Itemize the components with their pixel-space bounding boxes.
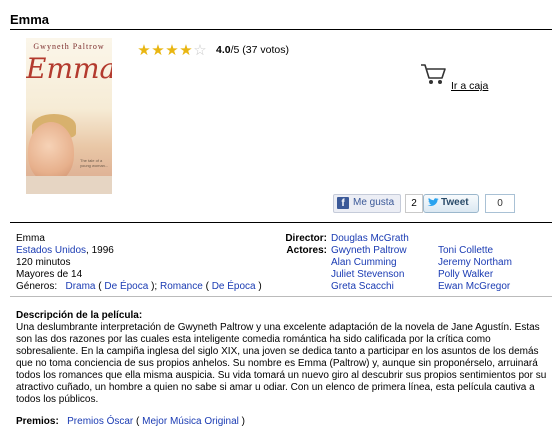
checkout-link[interactable]: Ir a caja: [451, 80, 488, 92]
star-icon[interactable]: ★: [165, 43, 179, 58]
star-icon[interactable]: ★: [151, 43, 165, 58]
tweet-button[interactable]: Tweet: [423, 194, 479, 213]
genre-drama-sub-link[interactable]: De Época: [104, 281, 148, 292]
info-duration: 120 minutos: [16, 257, 71, 268]
info-age-rating: Mayores de 14: [16, 269, 83, 280]
actor-link[interactable]: Jeremy Northam: [438, 257, 512, 268]
director-link[interactable]: Douglas McGrath: [331, 233, 409, 244]
actors-label: Actores:: [286, 245, 327, 256]
rating-suffix: /5 (37 votos): [230, 44, 289, 56]
star-icon[interactable]: ★: [179, 43, 193, 58]
info-genres: Géneros: Drama ( De Época ); Romance ( D…: [16, 281, 262, 292]
tweet-count: 0: [485, 194, 515, 213]
star-icon[interactable]: ★: [137, 43, 151, 58]
actors-col-2: Toni Collette Jeremy Northam Polly Walke…: [438, 245, 512, 293]
director-block: Douglas McGrath: [331, 233, 409, 245]
poster-actor-text: Gwyneth Paltrow: [33, 42, 105, 51]
movie-details: Emma Estados Unidos, 1996 120 minutos Ma…: [16, 233, 262, 293]
actor-link[interactable]: Polly Walker: [438, 269, 493, 280]
movie-poster[interactable]: Gwyneth Paltrow Emma The tale of a young…: [26, 38, 112, 194]
description-heading: Descripción de la película:: [16, 310, 143, 321]
poster-title-text: Emma: [26, 52, 112, 85]
poster-face: [28, 122, 74, 182]
actor-link[interactable]: Ewan McGregor: [438, 281, 510, 292]
country-link[interactable]: Estados Unidos: [16, 245, 86, 256]
info-title: Emma: [16, 233, 45, 244]
credits-labels: Director: Actores:: [283, 233, 327, 257]
info-divider: [10, 222, 552, 223]
rating-stars[interactable]: ★★★★☆: [137, 42, 207, 60]
like-label: Me gusta: [353, 197, 395, 208]
genre-romance-sub-link[interactable]: De Época: [212, 281, 256, 292]
actor-link[interactable]: Toni Collette: [438, 245, 493, 256]
awards-label: Premios:: [16, 416, 59, 427]
description-divider: [10, 296, 552, 297]
actor-link[interactable]: Juliet Stevenson: [331, 269, 404, 280]
facebook-icon: f: [337, 197, 349, 209]
award-link[interactable]: Premios Óscar: [67, 416, 133, 427]
award-category-link[interactable]: Mejor Música Original: [142, 416, 239, 427]
year-text: , 1996: [86, 245, 114, 256]
genre-drama-link[interactable]: Drama: [65, 281, 95, 292]
actor-link[interactable]: Alan Cumming: [331, 257, 397, 268]
shopping-cart-icon[interactable]: [420, 62, 448, 91]
tweet-label: Tweet: [441, 197, 469, 208]
rating-score: 4.0: [216, 44, 231, 56]
actor-link[interactable]: Gwyneth Paltrow: [331, 245, 407, 256]
star-icon[interactable]: ☆: [193, 43, 207, 58]
awards-line: Premios: Premios Óscar ( Mejor Música Or…: [16, 416, 245, 427]
description-text: Una deslumbrante interpretación de Gwyne…: [16, 322, 547, 405]
page-title: Emma: [10, 12, 50, 27]
actors-col-1: Gwyneth Paltrow Alan Cumming Juliet Stev…: [331, 245, 407, 293]
director-label: Director:: [285, 233, 327, 244]
genres-label: Géneros:: [16, 281, 58, 292]
poster-dress: [26, 176, 112, 194]
poster-tagline: The tale of a young woman...: [80, 158, 109, 168]
title-divider: [10, 29, 552, 30]
genre-romance-link[interactable]: Romance: [160, 281, 203, 292]
like-count: 2: [405, 194, 423, 213]
facebook-like-button[interactable]: f Me gusta: [333, 194, 401, 213]
twitter-bird-icon: [427, 198, 439, 206]
rating-text: 4.0/5 (37 votos): [216, 44, 289, 56]
info-country-year: Estados Unidos, 1996: [16, 245, 262, 257]
actor-link[interactable]: Greta Scacchi: [331, 281, 394, 292]
